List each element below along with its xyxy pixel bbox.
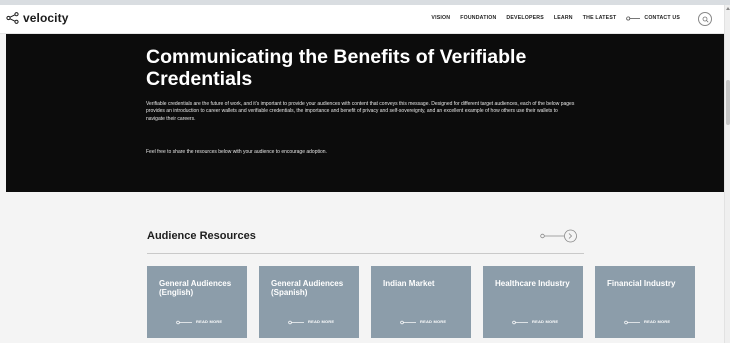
carousel-next-button[interactable] <box>540 229 578 248</box>
contact-us-label: CONTACT US <box>644 15 680 21</box>
key-arrow-icon <box>512 312 528 330</box>
search-icon <box>702 10 709 28</box>
card-title: Healthcare Industry <box>495 279 570 288</box>
scroll-up-arrow-icon[interactable] <box>726 7 730 10</box>
read-more-link[interactable]: READ MORE <box>288 312 334 330</box>
key-arrow-icon <box>400 312 416 330</box>
page: velocity VISION FOUNDATION DEVELOPERS LE… <box>0 0 730 343</box>
key-arrow-icon <box>176 312 192 330</box>
logo-link[interactable]: velocity <box>6 11 69 25</box>
read-more-link[interactable]: READ MORE <box>624 312 670 330</box>
read-more-link[interactable]: READ MORE <box>176 312 222 330</box>
key-arrow-icon <box>288 312 304 330</box>
read-more-label: READ MORE <box>532 318 559 324</box>
resource-card-general-spanish[interactable]: General Audiences (Spanish) READ MORE <box>259 266 359 338</box>
read-more-label: READ MORE <box>196 318 223 324</box>
scroll-thumb[interactable] <box>726 80 730 125</box>
audience-resources-title: Audience Resources <box>147 230 256 242</box>
hero-banner: Communicating the Benefits of Verifiable… <box>6 34 724 192</box>
hero-share-text: Feel free to share the resources below w… <box>146 149 327 155</box>
card-title: Financial Industry <box>607 279 676 288</box>
read-more-link[interactable]: READ MORE <box>512 312 558 330</box>
search-button[interactable] <box>698 12 712 26</box>
nav-foundation[interactable]: FOUNDATION <box>460 15 496 21</box>
resource-card-healthcare[interactable]: Healthcare Industry READ MORE <box>483 266 583 338</box>
logo-text: velocity <box>23 11 69 25</box>
nav-the-latest[interactable]: THE LATEST <box>583 15 617 21</box>
nav-learn[interactable]: LEARN <box>554 15 573 21</box>
nav-vision[interactable]: VISION <box>431 15 450 21</box>
hero-body-text: Verifiable credentials are the future of… <box>146 101 575 122</box>
key-arrow-icon <box>626 15 641 21</box>
share-nodes-icon <box>6 12 19 24</box>
nav-developers[interactable]: DEVELOPERS <box>506 15 543 21</box>
read-more-label: READ MORE <box>308 318 335 324</box>
contact-us-link[interactable]: CONTACT US <box>626 15 680 21</box>
resource-cards: General Audiences (English) READ MORE Ge… <box>147 266 695 338</box>
resource-card-financial[interactable]: Financial Industry READ MORE <box>595 266 695 338</box>
card-title: General Audiences (Spanish) <box>271 279 344 298</box>
card-title: General Audiences (English) <box>159 279 232 298</box>
read-more-link[interactable]: READ MORE <box>400 312 446 330</box>
site-header: velocity VISION FOUNDATION DEVELOPERS LE… <box>0 5 724 34</box>
read-more-label: READ MORE <box>644 318 671 324</box>
section-divider <box>147 253 584 254</box>
card-title: Indian Market <box>383 279 435 288</box>
resource-card-general-english[interactable]: General Audiences (English) READ MORE <box>147 266 247 338</box>
page-scrollbar[interactable] <box>724 5 730 343</box>
resource-card-indian-market[interactable]: Indian Market READ MORE <box>371 266 471 338</box>
key-arrow-icon <box>624 312 640 330</box>
read-more-label: READ MORE <box>420 318 447 324</box>
arrow-right-circle-icon <box>540 229 578 248</box>
hero-title: Communicating the Benefits of Verifiable… <box>146 46 527 90</box>
main-nav: VISION FOUNDATION DEVELOPERS LEARN THE L… <box>431 15 680 21</box>
